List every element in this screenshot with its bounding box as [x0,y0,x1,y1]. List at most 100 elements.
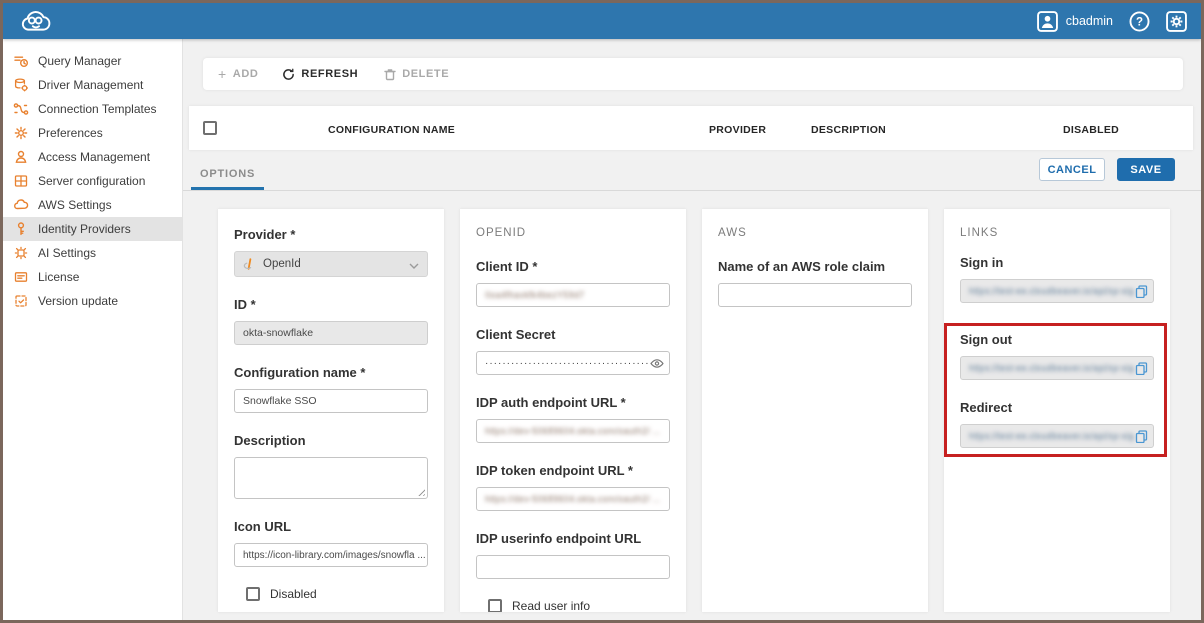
copy-icon[interactable] [1135,362,1148,375]
redirect-label: Redirect [960,400,1154,415]
icon-url-field[interactable]: https://icon-library.com/images/snowfla … [234,543,428,567]
column-header-disabled: DISABLED [1063,124,1119,136]
column-header-configuration-name: CONFIGURATION NAME [328,124,455,136]
configurations-table-header: CONFIGURATION NAME PROVIDER DESCRIPTION … [189,106,1193,150]
sign-out-link-value: https://test-ee.cloudbeaver.io/api/sp-si… [969,363,1144,374]
copy-icon[interactable] [1135,430,1148,443]
configuration-name-value: Snowflake SSO [243,395,317,407]
icon-url-value: https://icon-library.com/images/snowfla … [243,550,426,561]
sidebar-item-access-management[interactable]: Access Management [3,145,182,169]
provider-label: Provider * [234,227,428,242]
reveal-password-eye-icon[interactable] [650,357,664,370]
idp-userinfo-endpoint-field[interactable] [476,555,670,579]
disabled-checkbox[interactable] [246,587,260,601]
column-header-provider: PROVIDER [709,124,766,136]
links-panel: LINKS Sign in https://test-ee.cloudbeave… [944,209,1170,612]
idp-token-endpoint-field[interactable]: https://dev-50689604.okta.com/oauth2/ ..… [476,487,670,511]
openid-panel: OPENID Client ID * 0oa4fhavkfk4bezY59d7 … [460,209,686,612]
column-header-description: DESCRIPTION [811,124,886,136]
idp-token-endpoint-value: https://dev-50689604.okta.com/oauth2/ ..… [485,494,660,505]
read-user-info-checkbox[interactable] [488,599,502,612]
sidebar-item-label: Server configuration [38,174,145,188]
provider-select[interactable]: OpenId [234,251,428,277]
license-icon [13,269,29,285]
aws-role-claim-label: Name of an AWS role claim [718,259,912,274]
client-id-value: 0oa4fhavkfk4bezY59d7 [485,290,584,301]
aws-section-title: AWS [718,227,912,239]
description-textarea[interactable] [234,457,428,499]
add-button[interactable]: + ADD [218,68,258,80]
chevron-down-icon [409,261,419,273]
openid-section-title: OPENID [476,227,670,239]
client-id-field[interactable]: 0oa4fhavkfk4bezY59d7 [476,283,670,307]
idp-auth-endpoint-label: IDP auth endpoint URL * [476,395,670,410]
idp-auth-endpoint-field[interactable]: https://dev-50689604.okta.com/oauth2/ ..… [476,419,670,443]
disabled-checkbox-label: Disabled [270,587,317,601]
client-secret-value: ········································… [485,358,655,369]
sign-out-label: Sign out [960,332,1154,347]
sign-in-label: Sign in [960,255,1154,270]
help-icon[interactable]: ? [1129,11,1150,32]
aws-role-claim-field[interactable] [718,283,912,307]
sidebar-item-label: AI Settings [38,246,96,260]
plus-icon: + [218,69,227,79]
sidebar-item-label: Connection Templates [38,102,157,116]
sidebar-item-driver-management[interactable]: Driver Management [3,73,182,97]
sidebar-item-preferences[interactable]: Preferences [3,121,182,145]
sidebar-item-identity-providers[interactable]: Identity Providers [3,217,182,241]
copy-icon[interactable] [1135,285,1148,298]
preferences-icon [13,125,29,141]
trash-icon [384,68,396,81]
sidebar-item-aws-settings[interactable]: AWS Settings [3,193,182,217]
idp-auth-endpoint-value: https://dev-50689604.okta.com/oauth2/ ..… [485,426,660,437]
tabs-bar: OPTIONS CANCEL SAVE [183,150,1201,191]
refresh-button-label: REFRESH [301,68,358,80]
main-content: + ADD REFRESH [183,39,1201,620]
user-avatar-icon [1037,11,1058,32]
cancel-button[interactable]: CANCEL [1039,158,1105,181]
settings-gear-icon[interactable] [1166,11,1187,32]
annotation-highlight-box: Sign out https://test-ee.cloudbeaver.io/… [944,323,1167,457]
sign-in-link-field: https://test-ee.cloudbeaver.io/api/sp-si… [960,279,1154,303]
access-management-icon [13,149,29,165]
top-header-bar: cbadmin ? [3,3,1201,39]
redirect-link-field: https://test-ee.cloudbeaver.io/api/sp-si… [960,424,1154,448]
description-label: Description [234,433,428,448]
aws-settings-icon [13,197,29,213]
read-user-info-checkbox-label: Read user info [512,599,590,612]
app-window: cbadmin ? [0,0,1204,623]
redirect-link-value: https://test-ee.cloudbeaver.io/api/sp-si… [969,431,1144,442]
id-label: ID * [234,297,428,312]
aws-panel: AWS Name of an AWS role claim [702,209,928,612]
refresh-button[interactable]: REFRESH [282,68,358,81]
links-section-title: LINKS [960,227,1154,239]
configuration-name-field[interactable]: Snowflake SSO [234,389,428,413]
sidebar-item-label: Version update [38,294,118,308]
admin-sidebar: Query Manager Driver Management Con [3,39,183,620]
toolbar: + ADD REFRESH [203,58,1183,90]
user-menu[interactable]: cbadmin [1037,11,1113,32]
idp-userinfo-endpoint-label: IDP userinfo endpoint URL [476,531,670,546]
cloudbeaver-logo-icon [17,6,63,36]
sign-out-link-field: https://test-ee.cloudbeaver.io/api/sp-si… [960,356,1154,380]
delete-button[interactable]: DELETE [384,68,449,81]
client-secret-field[interactable]: ········································… [476,351,670,375]
sidebar-item-label: License [38,270,79,284]
sidebar-item-label: Identity Providers [38,222,131,236]
sidebar-item-ai-settings[interactable]: AI Settings [3,241,182,265]
sidebar-item-query-manager[interactable]: Query Manager [3,49,182,73]
icon-url-label: Icon URL [234,519,428,534]
sidebar-item-connection-templates[interactable]: Connection Templates [3,97,182,121]
client-secret-label: Client Secret [476,327,670,342]
idp-token-endpoint-label: IDP token endpoint URL * [476,463,670,478]
sidebar-item-version-update[interactable]: Version update [3,289,182,313]
sidebar-item-license[interactable]: License [3,265,182,289]
driver-management-icon [13,77,29,93]
select-all-checkbox[interactable] [203,121,217,135]
sidebar-item-label: Preferences [38,126,103,140]
identity-providers-icon [13,221,29,237]
save-button[interactable]: SAVE [1117,158,1175,181]
tab-options[interactable]: OPTIONS [191,168,264,190]
sidebar-item-server-configuration[interactable]: Server configuration [3,169,182,193]
username-label: cbadmin [1066,14,1113,28]
